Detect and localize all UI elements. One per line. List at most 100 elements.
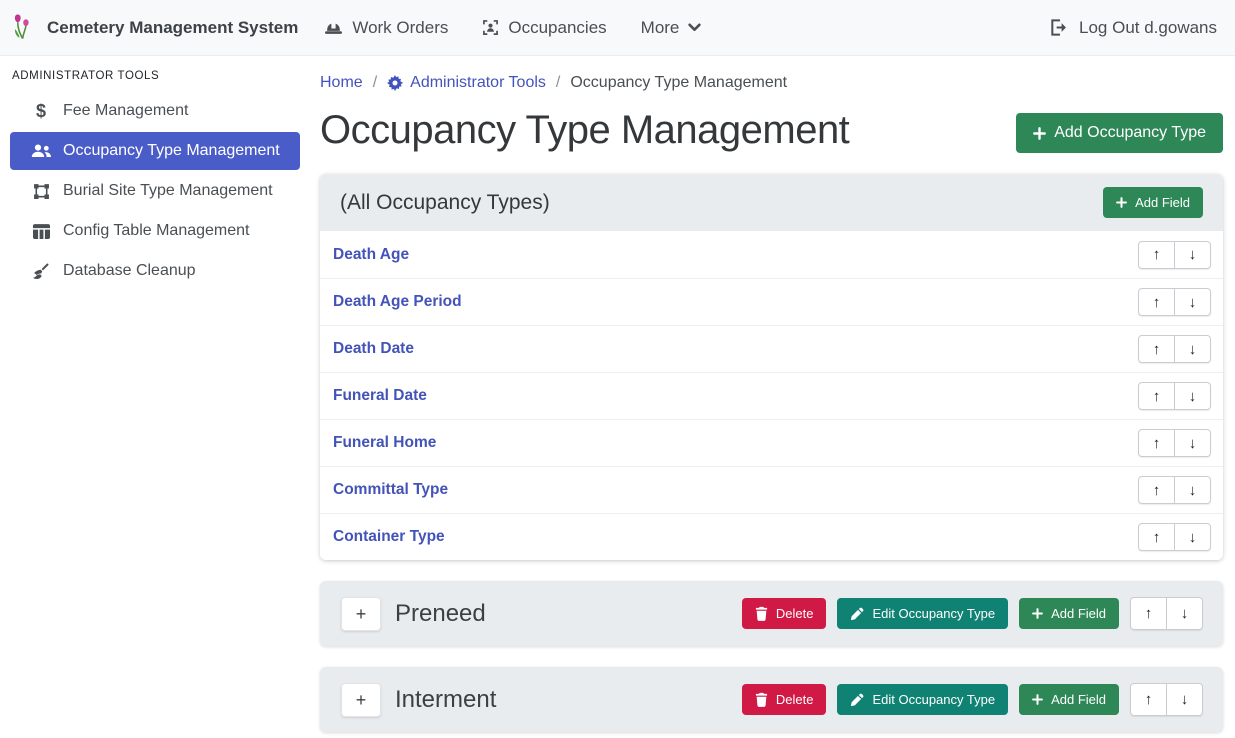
move-down-button[interactable]: ↓ xyxy=(1174,335,1211,363)
top-navbar: Cemetery Management System Work Orders Oc… xyxy=(0,0,1235,56)
field-link-funeral-home[interactable]: Funeral Home xyxy=(333,434,436,452)
person-frame-icon xyxy=(482,19,499,36)
section-title: Preneed xyxy=(395,600,486,628)
nav-item-occupancies[interactable]: Occupancies xyxy=(482,18,606,38)
move-up-button[interactable]: ↑ xyxy=(1138,476,1175,504)
move-updown-group: ↑↓ xyxy=(1138,241,1211,269)
field-row-container-type: Container Type ↑↓ xyxy=(320,513,1223,560)
field-row-funeral-date: Funeral Date ↑↓ xyxy=(320,372,1223,419)
nav-item-work-orders[interactable]: Work Orders xyxy=(324,18,448,38)
delete-button-label: Delete xyxy=(776,606,814,621)
gear-icon xyxy=(387,75,403,91)
field-link-container-type[interactable]: Container Type xyxy=(333,528,445,546)
add-occupancy-type-label: Add Occupancy Type xyxy=(1054,124,1206,142)
move-up-button[interactable]: ↑ xyxy=(1130,597,1167,630)
add-occupancy-type-button[interactable]: Add Occupancy Type xyxy=(1016,113,1223,153)
move-up-button[interactable]: ↑ xyxy=(1138,429,1175,457)
logout-button[interactable]: Log Out d.gowans xyxy=(1050,18,1217,38)
section-actions: Delete Edit Occupancy Type Add Field ↑↓ xyxy=(742,683,1203,716)
caret-down-icon xyxy=(688,23,701,32)
sidebar-item-burial-site-type-management[interactable]: Burial Site Type Management xyxy=(10,172,300,210)
brand-title: Cemetery Management System xyxy=(47,18,298,38)
add-field-label: Add Field xyxy=(1135,195,1190,210)
navbar-brand[interactable]: Cemetery Management System xyxy=(12,13,298,43)
field-link-death-age[interactable]: Death Age xyxy=(333,246,409,264)
edit-occupancy-type-button-label: Edit Occupancy Type xyxy=(872,606,995,621)
breadcrumb-admin-tools-link[interactable]: Administrator Tools xyxy=(387,74,546,92)
field-row-death-age: Death Age ↑↓ xyxy=(320,231,1223,278)
all-occupancy-types-card: (All Occupancy Types) Add Field Death Ag… xyxy=(320,174,1223,560)
move-updown-group: ↑↓ xyxy=(1130,597,1203,630)
sidebar-item-fee-management[interactable]: $Fee Management xyxy=(10,92,300,130)
breadcrumb-separator: / xyxy=(556,74,560,92)
add-field-button-label: Add Field xyxy=(1051,606,1106,621)
sidebar: ADMINISTRATOR TOOLS $Fee Management Occup… xyxy=(0,56,310,738)
move-updown-group: ↑↓ xyxy=(1130,683,1203,716)
move-updown-group: ↑↓ xyxy=(1138,523,1211,551)
move-down-button[interactable]: ↓ xyxy=(1166,683,1203,716)
pencil-icon xyxy=(850,693,864,707)
expand-section-button[interactable]: + xyxy=(341,683,381,717)
section-preneed: + Preneed Delete Edit Occupancy Type Add Fie… xyxy=(320,581,1223,646)
broom-icon xyxy=(28,263,54,279)
breadcrumb-admin-tools-label: Administrator Tools xyxy=(410,74,546,92)
breadcrumb-separator: / xyxy=(373,74,377,92)
move-down-button[interactable]: ↓ xyxy=(1166,597,1203,630)
field-row-committal-type: Committal Type ↑↓ xyxy=(320,466,1223,513)
move-down-button[interactable]: ↓ xyxy=(1174,523,1211,551)
nav-item-more[interactable]: More xyxy=(641,18,702,38)
field-link-death-age-period[interactable]: Death Age Period xyxy=(333,293,462,311)
plus-icon xyxy=(1116,197,1127,208)
move-down-button[interactable]: ↓ xyxy=(1174,382,1211,410)
move-up-button[interactable]: ↑ xyxy=(1138,288,1175,316)
move-down-button[interactable]: ↓ xyxy=(1174,476,1211,504)
breadcrumb-home-link[interactable]: Home xyxy=(320,74,363,92)
breadcrumb-home-label: Home xyxy=(320,74,363,92)
card-title: (All Occupancy Types) xyxy=(340,191,550,215)
nav-item-label: More xyxy=(641,18,680,38)
move-down-button[interactable]: ↓ xyxy=(1174,241,1211,269)
sidebar-items: $Fee Management Occupancy Type Management… xyxy=(10,92,300,290)
field-row-funeral-home: Funeral Home ↑↓ xyxy=(320,419,1223,466)
move-up-button[interactable]: ↑ xyxy=(1130,683,1167,716)
move-down-button[interactable]: ↓ xyxy=(1174,288,1211,316)
plus-icon xyxy=(1032,608,1043,619)
move-down-button[interactable]: ↓ xyxy=(1174,429,1211,457)
move-up-button[interactable]: ↑ xyxy=(1138,241,1175,269)
delete-button[interactable]: Delete xyxy=(742,598,827,629)
sidebar-item-label: Database Cleanup xyxy=(63,262,196,280)
logout-label: Log Out d.gowans xyxy=(1079,18,1217,38)
move-updown-group: ↑↓ xyxy=(1138,382,1211,410)
edit-occupancy-type-button[interactable]: Edit Occupancy Type xyxy=(837,598,1008,629)
add-field-button[interactable]: Add Field xyxy=(1103,187,1203,218)
plus-icon xyxy=(1033,127,1046,140)
delete-button[interactable]: Delete xyxy=(742,684,827,715)
sidebar-item-database-cleanup[interactable]: Database Cleanup xyxy=(10,252,300,290)
edit-occupancy-type-button-label: Edit Occupancy Type xyxy=(872,692,995,707)
field-link-death-date[interactable]: Death Date xyxy=(333,340,414,358)
move-updown-group: ↑↓ xyxy=(1138,288,1211,316)
sidebar-item-label: Occupancy Type Management xyxy=(63,142,280,160)
field-row-death-date: Death Date ↑↓ xyxy=(320,325,1223,372)
delete-button-label: Delete xyxy=(776,692,814,707)
edit-occupancy-type-button[interactable]: Edit Occupancy Type xyxy=(837,684,1008,715)
section-interment: +IntermentDeleteEdit Occupancy TypeAdd F… xyxy=(320,667,1223,732)
add-field-button-label: Add Field xyxy=(1051,692,1106,707)
fields-list: Death Age↑↓Death Age Period↑↓Death Date↑… xyxy=(320,231,1223,560)
sidebar-heading: ADMINISTRATOR TOOLS xyxy=(10,66,300,92)
sections-container: + Preneed Delete Edit Occupancy Type Add Fie… xyxy=(320,581,1223,732)
field-link-funeral-date[interactable]: Funeral Date xyxy=(333,387,427,405)
sidebar-item-config-table-management[interactable]: Config Table Management xyxy=(10,212,300,250)
move-up-button[interactable]: ↑ xyxy=(1138,382,1175,410)
move-up-button[interactable]: ↑ xyxy=(1138,335,1175,363)
nav-item-label: Occupancies xyxy=(508,18,606,38)
add-field-button[interactable]: Add Field xyxy=(1019,684,1119,715)
sidebar-item-occupancy-type-management[interactable]: Occupancy Type Management xyxy=(10,132,300,170)
field-row-death-age-period: Death Age Period ↑↓ xyxy=(320,278,1223,325)
add-field-button[interactable]: Add Field xyxy=(1019,598,1119,629)
table-icon xyxy=(28,224,54,239)
expand-section-button[interactable]: + xyxy=(341,597,381,631)
trash-icon xyxy=(755,606,768,621)
move-up-button[interactable]: ↑ xyxy=(1138,523,1175,551)
field-link-committal-type[interactable]: Committal Type xyxy=(333,481,448,499)
